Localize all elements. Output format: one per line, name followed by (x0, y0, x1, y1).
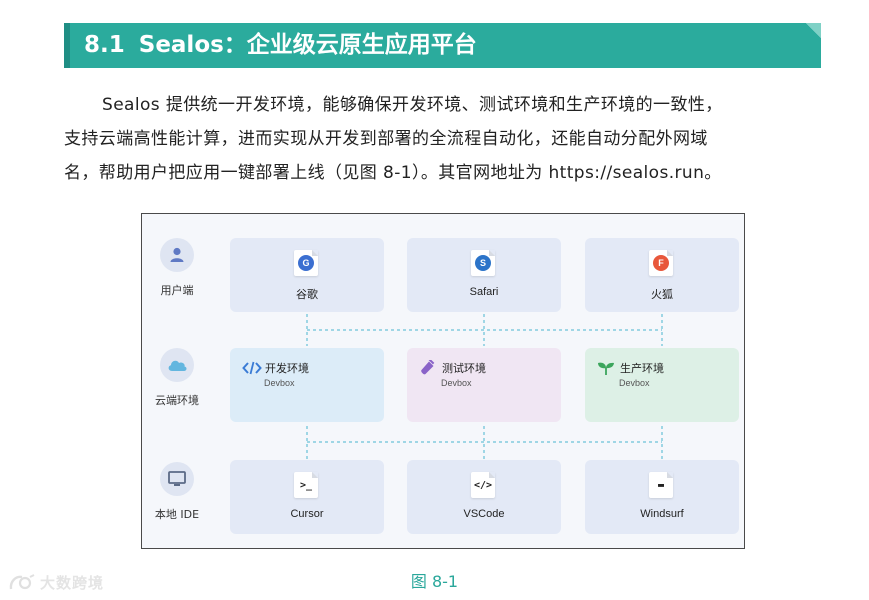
client-card-firefox: F 火狐 (585, 238, 739, 312)
vscode-icon: </> (471, 472, 495, 498)
paragraph-line: 支持云端高性能计算，进而实现从开发到部署的全流程自动化，还能自动分配外网域 (64, 129, 708, 149)
sprout-icon (597, 360, 617, 376)
monitor-icon (160, 462, 194, 496)
paragraph-line: 名，帮助用户把应用一键部署上线（见图 8-1）。其官网地址为 https://s… (64, 163, 722, 183)
ide-card-vscode: </> VSCode (407, 460, 561, 534)
ide-label: Windsurf (640, 508, 684, 520)
env-card-test: 测试环境 Devbox (407, 348, 561, 422)
env-subtitle: Devbox (441, 378, 472, 388)
section-header: 8.1 Sealos：企业级云原生应用平台 (64, 23, 821, 68)
body-paragraph: Sealos 提供统一开发环境，能够确保开发环境、测试环境和生产环境的一致性， … (64, 88, 824, 190)
code-icon (242, 360, 262, 376)
ide-card-cursor: >_ Cursor (230, 460, 384, 534)
firefox-icon: F (649, 250, 673, 276)
google-chrome-icon: G (294, 250, 318, 276)
env-card-dev: 开发环境 Devbox (230, 348, 384, 422)
terminal-icon: >_ (294, 472, 318, 498)
figure-8-1: 用户端 云端环境 本地 IDE G 谷歌 S Safari F 火狐 开发环境 … (141, 213, 745, 549)
env-title: 测试环境 (442, 362, 486, 375)
env-title: 开发环境 (265, 362, 309, 375)
env-subtitle: Devbox (264, 378, 295, 388)
client-label: Safari (469, 286, 499, 298)
paragraph-line: Sealos 提供统一开发环境，能够确保开发环境、测试环境和生产环境的一致性， (102, 95, 723, 115)
section-title: 8.1 Sealos：企业级云原生应用平台 (84, 23, 477, 68)
row-label-cloud: 云端环境 (142, 348, 212, 408)
section-number: 8.1 (84, 32, 125, 58)
ide-card-windsurf: ▬ Windsurf (585, 460, 739, 534)
section-title-text: Sealos：企业级云原生应用平台 (138, 32, 477, 58)
watermark: 大数跨境 (8, 572, 104, 593)
figure-caption: 图 8-1 (410, 572, 459, 591)
ide-label: Cursor (290, 508, 324, 520)
user-icon (160, 238, 194, 272)
env-subtitle: Devbox (619, 378, 650, 388)
window-icon: ▬ (649, 472, 673, 498)
ide-label: VSCode (463, 508, 505, 520)
client-label: 火狐 (651, 289, 673, 301)
row-label-text: 云端环境 (155, 394, 199, 407)
safari-icon: S (471, 250, 495, 276)
client-card-safari: S Safari (407, 238, 561, 312)
env-title: 生产环境 (620, 362, 664, 375)
env-card-prod: 生产环境 Devbox (585, 348, 739, 422)
cloud-icon (160, 348, 194, 382)
row-label-text: 本地 IDE (154, 508, 200, 521)
row-label-ide: 本地 IDE (142, 462, 212, 522)
test-tube-icon (419, 360, 439, 376)
client-card-chrome: G 谷歌 (230, 238, 384, 312)
watermark-text: 大数跨境 (40, 574, 105, 592)
client-label: 谷歌 (296, 289, 318, 301)
row-label-user: 用户端 (142, 238, 212, 298)
watermark-logo-icon (9, 573, 35, 589)
row-label-text: 用户端 (160, 284, 194, 297)
